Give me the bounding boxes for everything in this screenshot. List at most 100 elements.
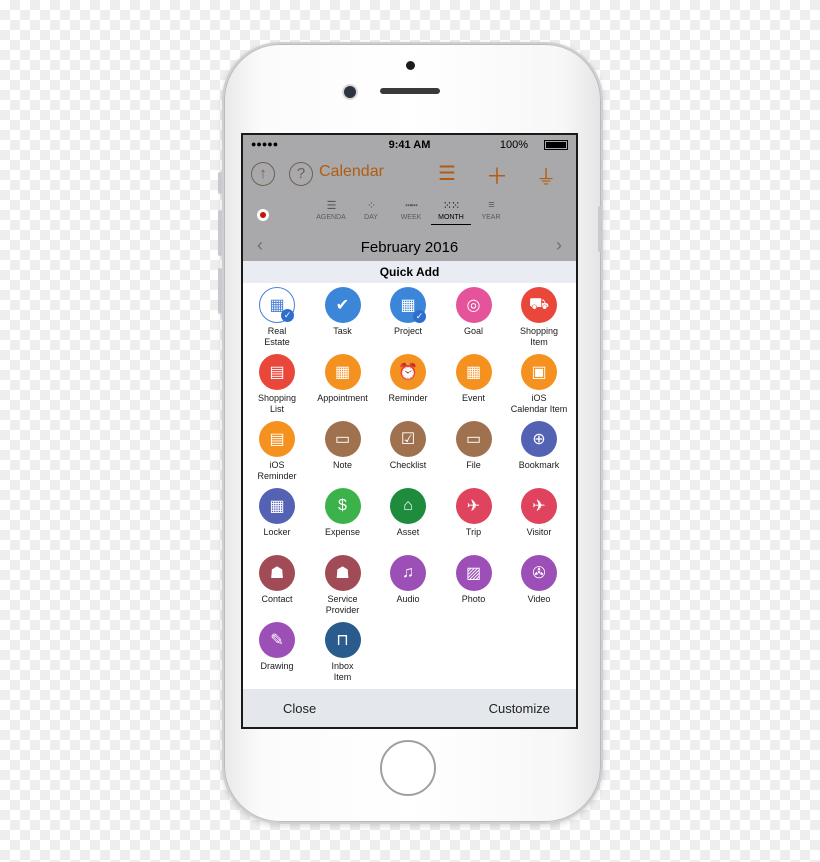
view-day[interactable]: ⁘ DAY [353, 199, 389, 221]
quick-add-photo[interactable]: ▨ Photo [442, 555, 506, 605]
year-icon: ≡ [488, 199, 494, 211]
photo-icon: ▨ [455, 555, 492, 591]
battery-icon [544, 140, 568, 150]
quick-add-shopping-item[interactable]: ⛟ Shopping Item [507, 287, 571, 348]
quick-add-ios-reminder[interactable]: ▤ iOS Reminder [245, 421, 309, 482]
add-icon[interactable]: ＋ [486, 159, 508, 191]
file-glyph: ▭ [465, 431, 482, 448]
list-menu-icon[interactable]: ☰ [438, 161, 456, 186]
record-indicator-icon[interactable] [257, 209, 269, 221]
contact-glyph: ☗ [269, 565, 285, 582]
quick-add-project[interactable]: ▦ ✓ Project [376, 287, 440, 337]
quick-add-real-estate[interactable]: ▦ ✓ Real Estate [245, 287, 309, 348]
app-header-dimmed: ●●●●● 9:41 AM 100% ↑ ? Calendar ☰ ＋ ⏚ ☰ … [243, 135, 576, 261]
quick-add-appointment[interactable]: ▦ Appointment [311, 354, 375, 404]
quick-add-locker[interactable]: ▦ Locker [245, 488, 309, 538]
expense-label: Expense [324, 527, 361, 537]
asset-icon: ⌂ [390, 488, 426, 524]
help-button[interactable]: ? [289, 162, 313, 186]
nav-bar: ↑ ? Calendar ☰ ＋ ⏚ [243, 157, 576, 191]
inbox-item-glyph: ⊓ [336, 632, 349, 649]
checklist-glyph: ☑ [400, 431, 416, 448]
bookmark-icon: ⊕ [521, 421, 557, 457]
quick-add-asset[interactable]: ⌂ Asset [376, 488, 440, 538]
asset-label: Asset [396, 527, 420, 537]
quick-add-reminder[interactable]: ⏰ Reminder [376, 354, 440, 404]
check-badge-icon: ✓ [281, 309, 294, 322]
contact-icon: ☗ [259, 555, 295, 591]
view-week[interactable]: ┅┅ WEEK [393, 199, 429, 221]
note-glyph: ▭ [334, 431, 351, 448]
earpiece-speaker [380, 88, 440, 94]
contact-label: Contact [261, 594, 293, 604]
filter-icon[interactable]: ⏚ [536, 161, 556, 190]
up-arrow-button[interactable]: ↑ [251, 162, 275, 186]
appointment-label: Appointment [317, 393, 368, 403]
note-label: Note [332, 460, 352, 470]
quick-add-task[interactable]: ✔ Task [311, 287, 375, 337]
trip-label: Trip [465, 527, 482, 537]
service-provider-icon: ☗ [324, 555, 361, 591]
photo-glyph: ▨ [465, 565, 482, 582]
quick-add-inbox-item[interactable]: ⊓ Inbox Item [311, 622, 375, 683]
quick-add-event[interactable]: ▦ Event [442, 354, 506, 404]
customize-button[interactable]: Customize [489, 701, 550, 716]
locker-label: Locker [263, 527, 291, 537]
quick-add-footer: Close Customize [243, 689, 576, 727]
battery-percent: 100% [499, 139, 528, 151]
inbox-item-label: Inbox Item [331, 661, 354, 682]
bookmark-label: Bookmark [518, 460, 560, 470]
drawing-glyph: ✎ [270, 632, 284, 649]
volume-up-button [218, 210, 222, 256]
proximity-sensor [406, 61, 415, 70]
quick-add-file[interactable]: ▭ File [442, 421, 506, 471]
appointment-glyph: ▦ [334, 364, 351, 381]
next-month-icon[interactable]: › [556, 235, 562, 256]
expense-icon: $ [324, 488, 361, 524]
quick-add-service-provider[interactable]: ☗ Service Provider [311, 555, 375, 616]
quick-add-video[interactable]: ✇ Video [507, 555, 571, 605]
quick-add-bookmark[interactable]: ⊕ Bookmark [507, 421, 571, 471]
quick-add-ios-calendar-item[interactable]: ▣ iOS Calendar Item [507, 354, 571, 415]
close-button[interactable]: Close [283, 701, 316, 716]
bookmark-glyph: ⊕ [532, 431, 546, 448]
view-month[interactable]: ⁙⁙ MONTH [431, 199, 471, 225]
locker-icon: ▦ [259, 488, 295, 524]
home-button[interactable] [380, 740, 436, 796]
status-bar: ●●●●● 9:41 AM 100% [243, 135, 576, 155]
quick-add-visitor[interactable]: ✈ Visitor [507, 488, 571, 538]
quick-add-trip[interactable]: ✈ Trip [442, 488, 506, 538]
real-estate-icon: ▦ ✓ [259, 287, 295, 323]
event-icon: ▦ [455, 354, 492, 390]
ios-calendar-item-glyph: ▣ [531, 364, 547, 381]
phone-screen: ●●●●● 9:41 AM 100% ↑ ? Calendar ☰ ＋ ⏚ ☰ … [241, 133, 578, 729]
drawing-label: Drawing [260, 661, 294, 671]
quick-add-contact[interactable]: ☗ Contact [245, 555, 309, 605]
quick-add-expense[interactable]: $ Expense [311, 488, 375, 538]
quick-add-goal[interactable]: ◎ Goal [442, 287, 506, 337]
quick-add-shopping-list[interactable]: ▤ Shopping List [245, 354, 309, 415]
note-icon: ▭ [324, 421, 361, 457]
mute-switch [218, 172, 222, 194]
quick-add-title: Quick Add [243, 261, 576, 283]
view-agenda[interactable]: ☰ AGENDA [313, 199, 349, 221]
quick-add-audio[interactable]: ♫ Audio [376, 555, 440, 605]
check-badge-icon: ✓ [413, 310, 426, 323]
goal-label: Goal [463, 326, 483, 336]
project-icon: ▦ ✓ [390, 287, 426, 323]
quick-add-drawing[interactable]: ✎ Drawing [245, 622, 309, 672]
video-label: Video [527, 594, 551, 604]
reminder-icon: ⏰ [390, 354, 426, 390]
task-label: Task [333, 326, 352, 336]
reminder-glyph: ⏰ [398, 364, 418, 381]
checklist-icon: ☑ [390, 421, 426, 457]
quick-add-note[interactable]: ▭ Note [311, 421, 375, 471]
file-icon: ▭ [455, 421, 492, 457]
reminder-label: Reminder [388, 393, 428, 403]
quick-add-checklist[interactable]: ☑ Checklist [376, 421, 440, 471]
month-icon: ⁙⁙ [442, 200, 460, 212]
shopping-list-label: Shopping List [257, 393, 297, 414]
ios-reminder-icon: ▤ [259, 421, 295, 457]
audio-icon: ♫ [390, 555, 426, 591]
view-year[interactable]: ≡ YEAR [473, 199, 509, 221]
